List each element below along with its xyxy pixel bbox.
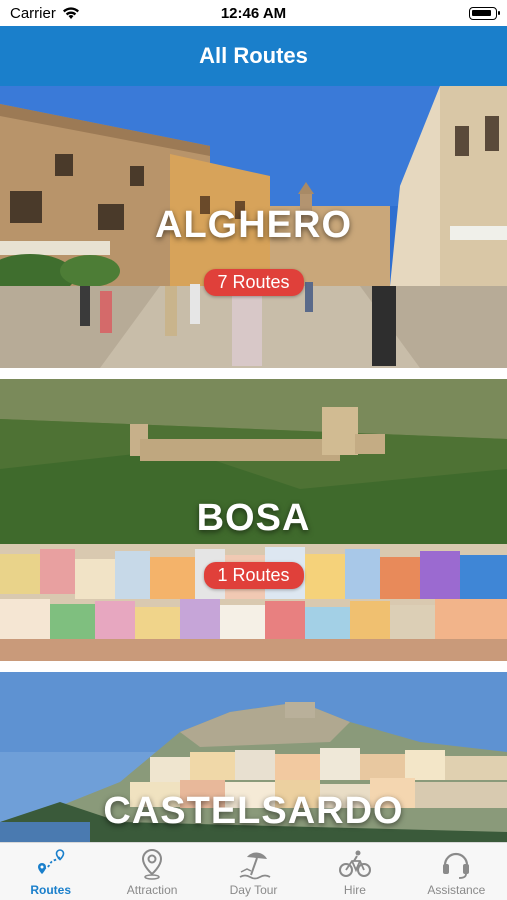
route-card-bosa[interactable]: BOSA 1 Routes [0,379,507,661]
tab-hire-label: Hire [343,883,366,897]
tab-assistance-label: Assistance [427,883,486,897]
tab-day-tour-label: Day Tour [229,883,278,897]
carrier-label: Carrier [10,4,56,22]
tab-assistance[interactable]: Assistance [406,843,507,900]
status-bar: Carrier 12:46 AM [0,0,507,26]
route-title-castelsardo: CASTELSARDO [103,790,404,832]
route-card-alghero[interactable]: ALGHERO 7 Routes [0,86,507,368]
tab-attraction[interactable]: Attraction [101,843,202,900]
tab-routes[interactable]: Routes [0,843,101,900]
tab-attraction-label: Attraction [126,883,178,897]
tab-hire[interactable]: Hire [304,843,405,900]
tab-bar: Routes Attraction Day Tour Hire Assistan… [0,842,507,900]
route-title-bosa: BOSA [196,497,311,539]
map-pin-icon [142,848,163,880]
carrier-group: Carrier [10,5,80,22]
battery-icon [469,6,500,20]
beach-umbrella-icon [239,852,270,880]
app-header: All Routes [0,26,507,86]
route-map-icon [37,849,65,874]
route-count-badge-bosa: 1 Routes [203,562,304,589]
headset-icon [443,852,470,879]
page-title: All Routes [199,43,308,68]
wifi-icon [62,7,79,19]
route-card-castelsardo[interactable]: CASTELSARDO [0,672,507,842]
tab-day-tour[interactable]: Day Tour [203,843,304,900]
route-title-alghero: ALGHERO [155,204,352,246]
tab-routes-label: Routes [30,883,72,897]
route-count-badge-alghero: 7 Routes [203,269,304,296]
bicycle-icon [338,850,371,877]
